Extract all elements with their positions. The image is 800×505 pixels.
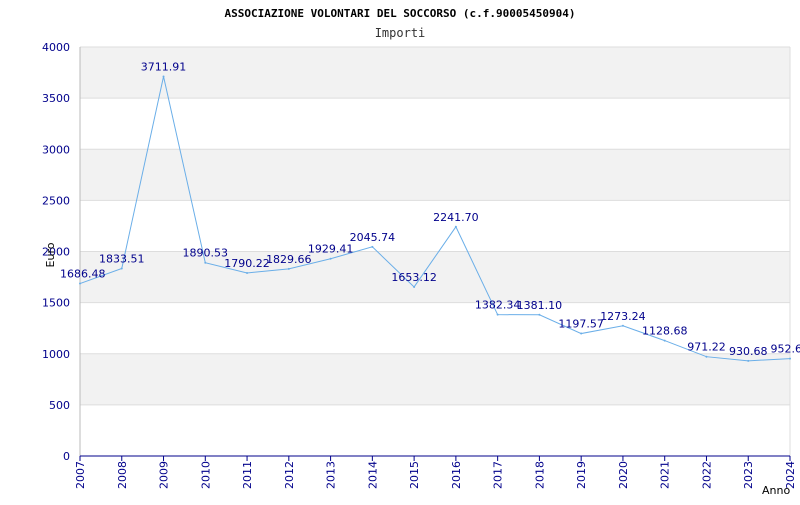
x-tick-label: 2011 [241, 461, 254, 489]
data-point [79, 283, 81, 285]
x-tick-label: 2022 [700, 461, 713, 489]
y-tick-label: 0 [63, 450, 70, 463]
x-tick-label: 2007 [74, 461, 87, 489]
x-tick-label: 2020 [617, 461, 630, 489]
data-point [789, 358, 791, 360]
data-label: 930.68 [729, 345, 768, 358]
x-tick-label: 2013 [325, 461, 338, 489]
data-label: 1273.24 [600, 310, 646, 323]
data-point [330, 258, 332, 260]
data-label: 1653.12 [391, 271, 437, 284]
data-label: 1790.22 [224, 257, 270, 270]
y-tick-label: 3000 [42, 143, 70, 156]
x-tick-label: 2008 [116, 461, 129, 489]
data-label: 2045.74 [350, 231, 396, 244]
data-point [288, 268, 290, 270]
data-point [455, 226, 457, 228]
x-tick-label: 2016 [450, 461, 463, 489]
x-tick-label: 2021 [659, 461, 672, 489]
data-point [497, 314, 499, 316]
x-tick-label: 2023 [742, 461, 755, 489]
data-point [204, 262, 206, 264]
data-point [413, 286, 415, 288]
x-tick-label: 2009 [158, 461, 171, 489]
data-label: 1197.57 [558, 318, 604, 331]
data-label: 1382.34 [475, 299, 521, 312]
x-tick-label: 2014 [366, 461, 379, 489]
data-label: 1381.10 [517, 299, 563, 312]
grid-band [80, 149, 790, 200]
y-tick-label: 2500 [42, 194, 70, 207]
grid-band [80, 405, 790, 456]
grid-band [80, 200, 790, 251]
y-tick-label: 1000 [42, 348, 70, 361]
line-chart: 0500100015002000250030003500400020072008… [0, 0, 800, 500]
data-point [580, 333, 582, 335]
x-tick-label: 2015 [408, 461, 421, 489]
data-point [163, 75, 165, 77]
data-label: 1833.51 [99, 253, 145, 266]
x-axis-label: Anno [762, 484, 790, 497]
grid-band [80, 98, 790, 149]
data-point [121, 268, 123, 270]
chart: 0500100015002000250030003500400020072008… [0, 0, 800, 500]
y-tick-label: 4000 [42, 41, 70, 54]
grid-band [80, 47, 790, 98]
data-label: 3711.91 [141, 60, 187, 73]
x-tick-label: 2010 [199, 461, 212, 489]
data-point [538, 314, 540, 316]
x-tick-label: 2018 [533, 461, 546, 489]
data-label: 952.6 [771, 343, 800, 356]
y-tick-label: 3500 [42, 92, 70, 105]
y-tick-label: 1500 [42, 297, 70, 310]
data-point [664, 340, 666, 342]
data-point [705, 356, 707, 358]
data-label: 1929.41 [308, 243, 354, 256]
data-label: 1890.53 [183, 247, 229, 260]
y-tick-label: 500 [49, 399, 70, 412]
chart-title: ASSOCIAZIONE VOLONTARI DEL SOCCORSO (c.f… [225, 7, 576, 20]
data-point [246, 272, 248, 274]
chart-subtitle: Importi [375, 26, 426, 40]
data-label: 2241.70 [433, 211, 479, 224]
grid-band [80, 354, 790, 405]
data-label: 1686.48 [60, 268, 106, 281]
data-point [747, 360, 749, 362]
x-tick-label: 2017 [492, 461, 505, 489]
data-point [371, 246, 373, 248]
y-axis-label: Euro [44, 242, 57, 267]
x-tick-label: 2012 [283, 461, 296, 489]
data-label: 1829.66 [266, 253, 312, 266]
data-label: 1128.68 [642, 325, 688, 338]
x-tick-label: 2019 [575, 461, 588, 489]
data-label: 971.22 [687, 341, 726, 354]
data-point [622, 325, 624, 327]
